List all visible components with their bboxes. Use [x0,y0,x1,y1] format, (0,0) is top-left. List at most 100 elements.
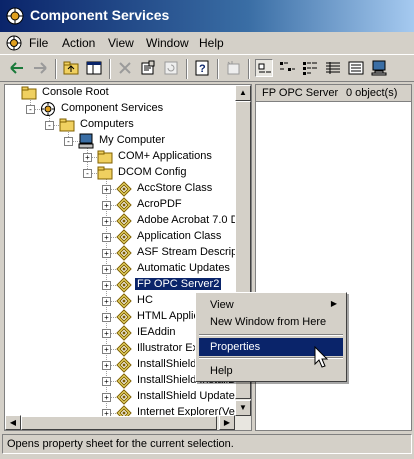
expand-plus-icon[interactable]: + [102,185,111,194]
up-folder-icon[interactable] [62,59,80,77]
tree-node[interactable]: - Computers [5,117,235,133]
tree-node-label: My Computer [99,134,166,146]
dcom-application-icon [116,293,132,309]
horizontal-scrollbar[interactable]: ◀ ▶ [5,415,251,430]
tree-node[interactable]: - Component Services [5,101,235,117]
tree-node[interactable]: + FP OPC Server2 [5,277,235,293]
scroll-down-icon[interactable]: ▼ [235,400,251,416]
list-view-icon[interactable] [301,59,319,77]
expand-plus-icon[interactable]: + [83,153,92,162]
dcom-application-icon [116,181,132,197]
context-menu-view[interactable]: View ▶ [199,296,343,314]
tree-node[interactable]: + ASF Stream Description [5,245,251,261]
expand-plus-icon[interactable]: + [102,217,111,226]
expand-plus-icon[interactable]: + [102,281,111,290]
tree-node-label: Computers [80,118,134,130]
component-services-window: Component Services File Action View Wind… [0,0,414,459]
expand-plus-icon[interactable]: + [102,329,111,338]
dcom-application-icon [116,373,132,389]
context-menu-new-window[interactable]: New Window from Here [199,313,343,331]
status-bar: Opens property sheet for the current sel… [2,434,412,454]
scroll-right-icon[interactable]: ▶ [219,415,235,430]
small-icons-view-icon[interactable] [278,59,296,77]
toolbar: ? [0,54,414,82]
expand-plus-icon[interactable]: + [102,361,111,370]
horizontal-scroll-thumb[interactable] [21,416,217,430]
dcom-application-icon [116,245,132,261]
svg-text:?: ? [199,63,206,75]
context-menu: View ▶ New Window from Here Properties H… [195,292,347,382]
tree-node[interactable]: + Automatic Updates [5,261,235,277]
context-menu-view-label: View [210,299,234,311]
tree-node[interactable]: Console Root [5,85,235,101]
tree-node[interactable]: + Adobe Acrobat 7.0 Doc [5,213,250,229]
scroll-left-icon[interactable]: ◀ [5,415,21,430]
expand-plus-icon[interactable]: + [102,393,111,402]
expand-plus-icon[interactable]: + [102,265,111,274]
tree-node-label: COM+ Applications [118,150,212,162]
menu-separator [199,334,343,336]
dcom-application-icon [116,357,132,373]
collapse-minus-icon[interactable]: - [45,121,54,130]
dcom-application-icon [116,277,132,293]
dcom-application-icon [116,309,132,325]
dcom-application-icon [116,261,132,277]
tree-node[interactable]: - DCOM Config [5,165,235,181]
context-menu-help-label: Help [210,365,233,377]
component-services-icon [40,101,56,117]
properties-icon[interactable] [139,59,157,77]
tree-node-label: Automatic Updates [137,262,230,274]
tree-node-label: AcroPDF [137,198,182,210]
collapse-minus-icon[interactable]: - [26,105,35,114]
dcom-application-icon [116,213,132,229]
tree-node-label: IEAddin [137,326,176,338]
object-count: 0 object(s) [346,87,398,99]
menu-help[interactable]: Help [199,36,224,50]
large-icons-view-icon[interactable] [255,59,273,77]
tree-node[interactable]: + InstallShield Update Ser [5,389,251,405]
tree-node-label: HC [137,294,153,306]
toolbar-separator [186,59,188,79]
forward-arrow-icon[interactable] [31,59,49,77]
back-arrow-icon[interactable] [8,59,26,77]
system-menu-icon[interactable] [5,34,23,52]
expand-plus-icon[interactable]: + [102,233,111,242]
tree-node-label: Component Services [61,102,164,114]
menu-window[interactable]: Window [146,36,189,50]
new-item-icon[interactable] [224,59,242,77]
scroll-up-icon[interactable]: ▲ [235,85,251,101]
tree-node-label: AccStore Class [137,182,213,194]
refresh-icon[interactable] [162,59,180,77]
tree-node[interactable]: + AcroPDF [5,197,235,213]
tree-node[interactable]: + AccStore Class [5,181,235,197]
expand-plus-icon[interactable]: + [102,345,111,354]
toolbar-separator [55,59,57,79]
help-icon[interactable]: ? [193,59,211,77]
view-options-icon[interactable] [347,59,365,77]
expand-plus-icon[interactable]: + [102,201,111,210]
title-bar[interactable]: Component Services [0,0,414,32]
expand-plus-icon[interactable]: + [102,313,111,322]
menu-view[interactable]: View [108,36,134,50]
detail-view-icon[interactable] [324,59,342,77]
collapse-minus-icon[interactable]: - [64,137,73,146]
submenu-arrow-icon: ▶ [330,299,337,308]
dcom-application-icon [116,229,132,245]
result-pane-header: FP OPC Server 0 object(s) [256,85,411,102]
menu-action[interactable]: Action [62,36,95,50]
tree-node[interactable]: - My Computer [5,133,235,149]
component-services-icon [6,7,24,25]
menu-bar: File Action View Window Help [0,32,414,54]
tree-node[interactable]: + Application Class [5,229,235,245]
expand-plus-icon[interactable]: + [102,297,111,306]
context-menu-new-window-label: New Window from Here [210,316,327,328]
collapse-minus-icon[interactable]: - [83,169,92,178]
computer-icon[interactable] [370,59,388,77]
tree-node[interactable]: + COM+ Applications [5,149,235,165]
menu-file[interactable]: File [29,36,48,50]
expand-plus-icon[interactable]: + [102,377,111,386]
show-hide-tree-icon[interactable] [85,59,103,77]
delete-x-icon[interactable] [116,59,134,77]
expand-plus-icon[interactable]: + [102,249,111,258]
result-pane-title: FP OPC Server [262,87,339,99]
